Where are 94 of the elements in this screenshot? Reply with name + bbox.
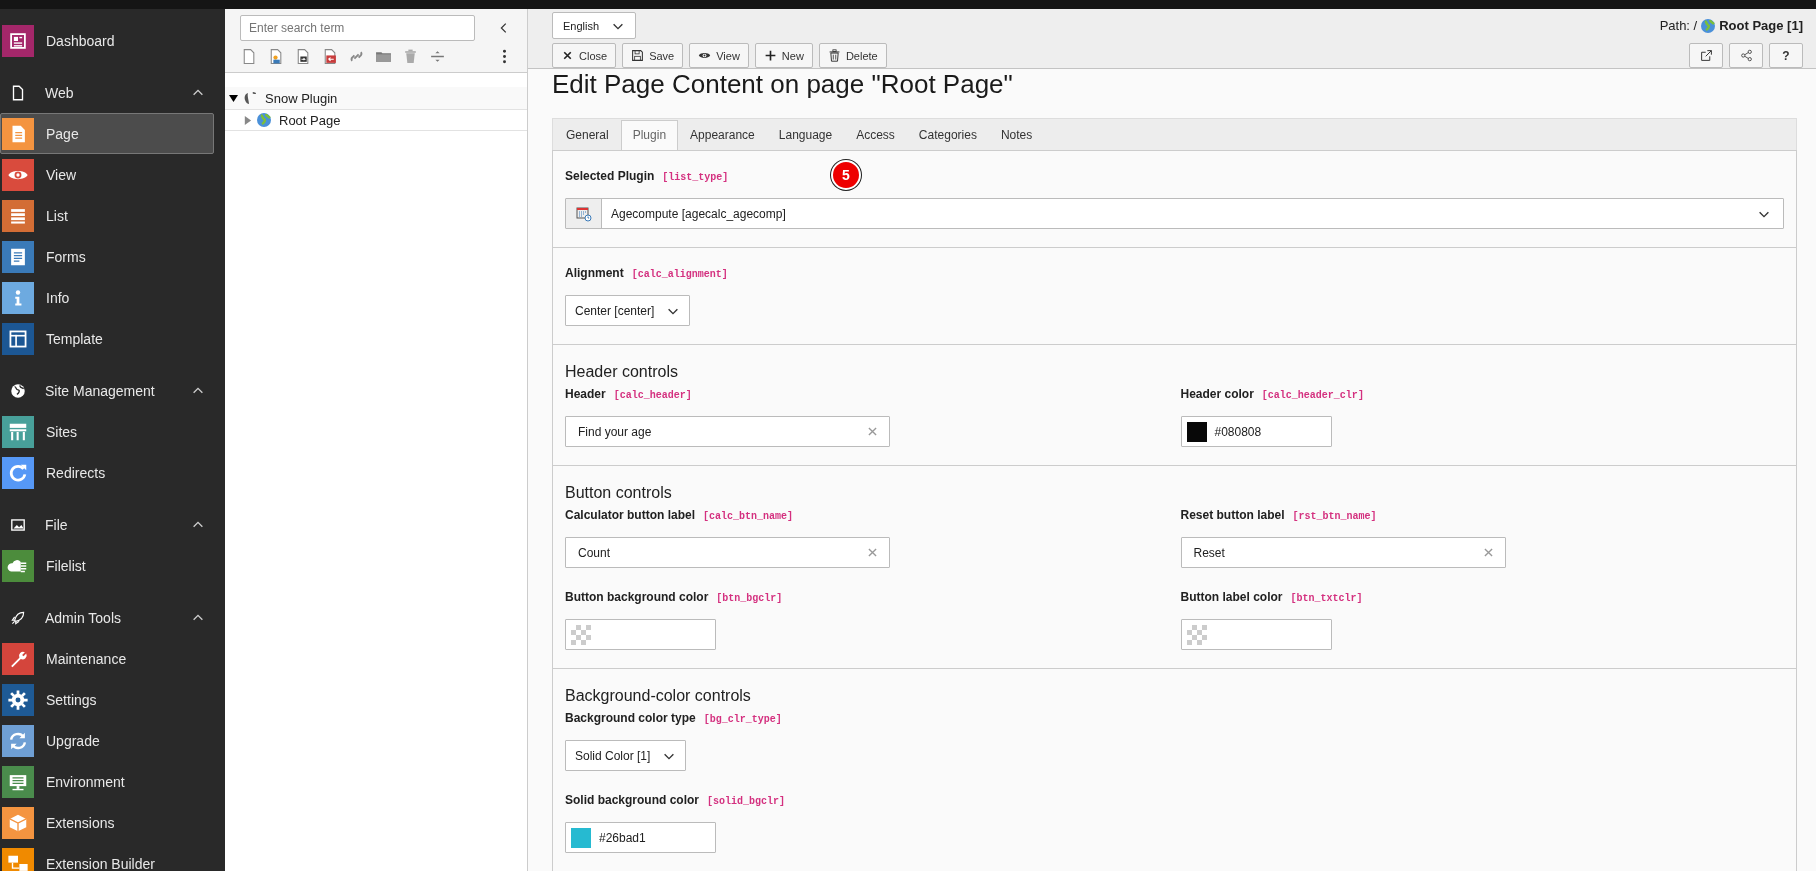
field-label: Header color [1180, 387, 1254, 401]
open-window-button[interactable] [1689, 43, 1723, 68]
module-menu-item[interactable]: Info [0, 277, 214, 318]
module-group-header[interactable]: Admin Tools [0, 597, 225, 638]
toolbar-button[interactable]: Save [622, 43, 684, 68]
search-field[interactable]: Enter search term [240, 15, 475, 41]
input-field[interactable]: Find your age [565, 416, 890, 447]
module-menu-item[interactable]: Maintenance [0, 638, 214, 679]
color-field[interactable] [565, 619, 716, 650]
clear-icon[interactable] [1483, 548, 1493, 557]
globe-icon [9, 381, 27, 400]
logo-icon [242, 90, 258, 106]
select-field[interactable]: Center [center] [565, 295, 691, 326]
select-field[interactable]: Solid Color [1] [565, 740, 687, 771]
share-icon [1739, 49, 1753, 62]
module-menu-item[interactable]: Extensions [0, 802, 214, 843]
field-key: [calc_header] [613, 390, 692, 401]
module-menu-item[interactable]: Redirects [0, 452, 214, 493]
module-menu-item[interactable]: Environment [0, 761, 214, 802]
trash-icon [827, 49, 841, 62]
help-button[interactable]: ? [1769, 43, 1803, 68]
field-key: [list_type] [662, 172, 729, 183]
module-menu-item[interactable]: List [0, 195, 214, 236]
tab[interactable]: Appearance [678, 120, 767, 150]
color-field[interactable]: #26bad1 [565, 822, 716, 853]
section-heading: Background-color controls [565, 687, 752, 705]
module-menu-item[interactable]: Sites [0, 411, 214, 452]
toolbar-button[interactable]: New [754, 43, 813, 68]
field-key: [calc_alignment] [631, 269, 728, 280]
module-menu-item[interactable]: Template [0, 318, 214, 359]
input-field[interactable]: Count [565, 537, 890, 568]
tab[interactable]: Plugin [620, 120, 679, 150]
tab[interactable]: Notes [988, 120, 1045, 150]
clear-icon[interactable] [868, 427, 877, 436]
field-key: [solid_bgclr] [707, 796, 786, 807]
module-group-header[interactable]: Web [0, 72, 225, 113]
color-field[interactable] [1180, 619, 1332, 650]
tab[interactable]: General [554, 120, 621, 150]
count-badge: 5 [831, 160, 861, 190]
tree-node[interactable]: Snow Plugin [225, 87, 527, 109]
module-group-header[interactable]: Site Management [0, 370, 225, 411]
field-label: Reset button label [1180, 508, 1285, 522]
field-key: [calc_header_clr] [1261, 390, 1364, 401]
module-menu-item[interactable]: Extension Builder [0, 843, 214, 871]
triangle-down-icon[interactable] [229, 93, 238, 103]
field-key: [bg_clr_type] [703, 714, 782, 725]
module-group-header[interactable]: File [0, 504, 225, 545]
toolbar-button[interactable]: View [689, 43, 749, 68]
toolbar-button[interactable]: Close [552, 43, 617, 68]
clear-icon[interactable] [868, 548, 877, 557]
section-heading: Header controls [565, 363, 679, 381]
plus-icon [763, 49, 777, 62]
field-key: [calc_btn_name] [703, 511, 794, 522]
calendar-icon [575, 205, 592, 222]
tab[interactable]: Access [844, 120, 907, 150]
tab[interactable]: Categories [906, 120, 989, 150]
path-label: Path: / [1659, 18, 1698, 33]
module-menu-item[interactable]: Page [0, 113, 214, 154]
color-swatch [1186, 421, 1207, 442]
module-menu-item[interactable]: Forms [0, 236, 214, 277]
save-icon [631, 49, 645, 62]
plugin-select[interactable]: Agecompute [agecalc_agecomp] [565, 198, 1784, 229]
module-menu-item[interactable]: Settings [0, 679, 214, 720]
field-label: Calculator button label [565, 508, 695, 522]
section-heading: Button controls [565, 484, 673, 502]
field-label: Button background color [565, 590, 709, 604]
color-swatch [571, 827, 591, 848]
field-label: Solid background color [565, 793, 699, 807]
language-select[interactable]: English [552, 12, 637, 39]
field-label: Alignment [565, 266, 624, 280]
path-link[interactable]: Root Page [1] [1719, 18, 1803, 33]
close-icon [561, 49, 574, 62]
toolbar-button[interactable]: Delete [818, 43, 887, 68]
globe-icon [1700, 17, 1717, 34]
field-label: Selected Plugin [565, 169, 655, 183]
color-field[interactable]: #080808 [1180, 416, 1332, 447]
field-label: Button label color [1180, 590, 1283, 604]
module-menu-item[interactable]: Dashboard [0, 20, 214, 61]
share-button[interactable] [1729, 43, 1763, 68]
tab[interactable]: Language [766, 120, 845, 150]
field-key: [btn_bgclr] [716, 593, 783, 604]
page-title: Edit Page Content on page "Root Page" [552, 69, 1014, 99]
field-label: Header [565, 387, 606, 401]
module-menu-item[interactable]: View [0, 154, 214, 195]
module-menu-item[interactable]: Upgrade [0, 720, 214, 761]
globe-icon [256, 112, 272, 128]
module-menu-item[interactable]: Filelist [0, 545, 214, 586]
tree-node[interactable]: Root Page [225, 109, 527, 131]
field-label: Background color type [565, 711, 696, 725]
triangle-right-icon[interactable] [243, 115, 252, 125]
external-window-icon [1699, 49, 1713, 62]
input-field[interactable]: Reset [1180, 537, 1506, 568]
field-key: [rst_btn_name] [1292, 511, 1377, 522]
field-key: [btn_txtclr] [1290, 593, 1363, 604]
